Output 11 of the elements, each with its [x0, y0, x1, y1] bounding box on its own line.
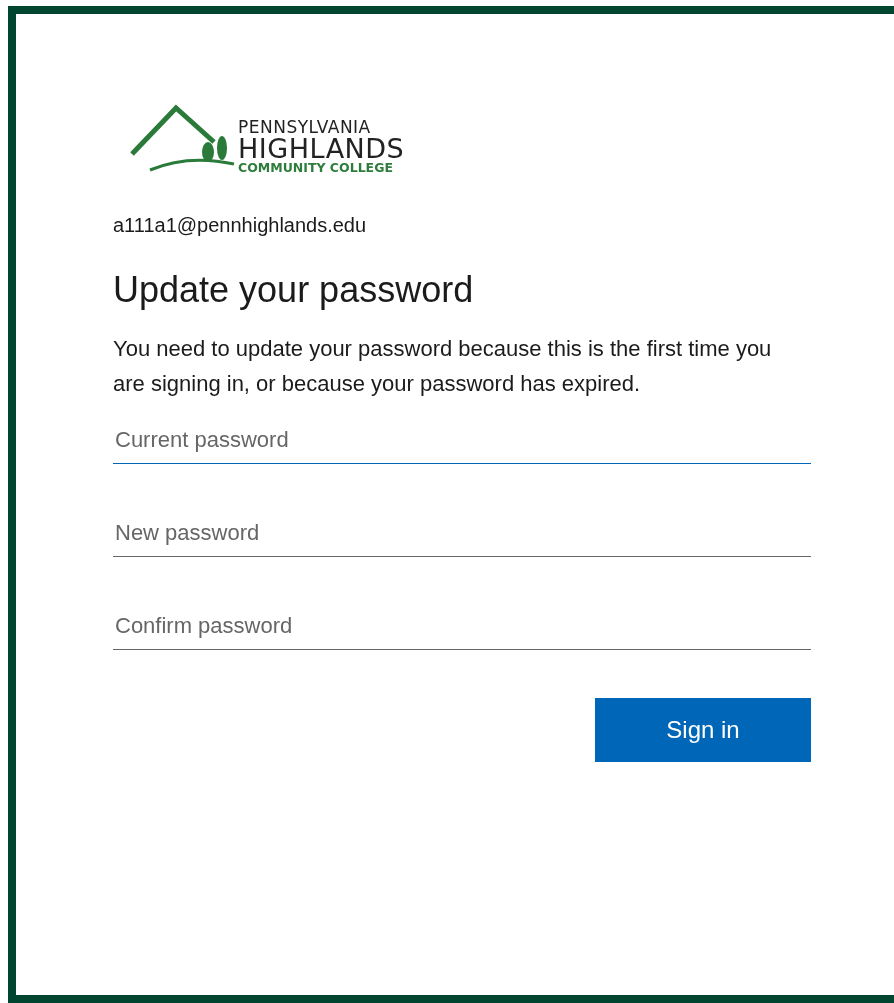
mountain-logo-icon [128, 102, 236, 174]
logo-text: HIGHLANDS [238, 135, 405, 162]
account-email: a111a1@pennhighlands.edu [113, 214, 368, 237]
password-field[interactable]: Confirm password [113, 605, 811, 650]
description-text: You need to update your password because this is the first time you are signing in, or because your password has expired. [113, 335, 773, 398]
logo-text: PENNSYLVANIA [238, 118, 372, 136]
sign-in-button[interactable]: Sign in [595, 698, 811, 762]
logo-text: COMMUNITY COLLEGE [238, 161, 394, 174]
password-field[interactable]: New password [113, 512, 811, 557]
page-title: Update your password [113, 269, 475, 311]
password-field[interactable]: Current password [113, 419, 811, 464]
